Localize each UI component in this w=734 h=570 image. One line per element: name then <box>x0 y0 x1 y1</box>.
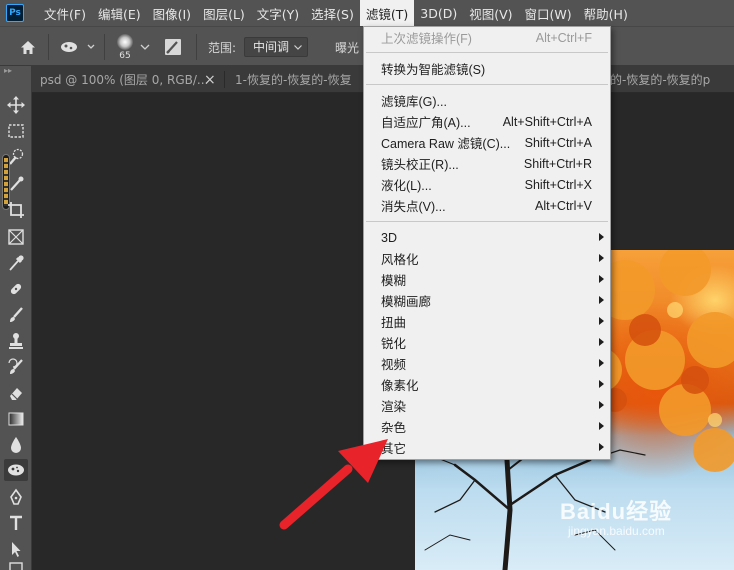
menu-select[interactable]: 选择(S) <box>305 0 360 26</box>
watermark-url: jingyan.baidu.com <box>568 524 665 538</box>
submenu-arrow-icon <box>599 380 604 388</box>
menu-item-blur[interactable]: 模糊 <box>364 269 610 290</box>
document-tab[interactable]: 1-恢复的-恢复的-恢复 <box>235 66 363 93</box>
brush-tool-icon[interactable] <box>4 304 28 326</box>
menu-item-lens-correction[interactable]: 镜头校正(R)... Shift+Ctrl+R <box>364 153 610 174</box>
menu-item-3d[interactable]: 3D <box>364 227 610 248</box>
menu-item-other[interactable]: 其它 <box>364 437 610 458</box>
menu-item-blur-gallery[interactable]: 模糊画廊 <box>364 290 610 311</box>
range-dropdown[interactable]: 中间调 <box>244 37 309 57</box>
menu-item-convert-smart-filter[interactable]: 转换为智能滤镜(S) <box>364 58 610 79</box>
sponge-tool-preset-icon[interactable] <box>58 37 98 57</box>
marquee-tool-icon[interactable] <box>4 120 28 142</box>
history-brush-tool-icon[interactable] <box>4 356 28 378</box>
submenu-arrow-icon <box>599 422 604 430</box>
menu-separator <box>366 221 608 222</box>
submenu-arrow-icon <box>599 443 604 451</box>
menu-item-liquify[interactable]: 液化(L)... Shift+Ctrl+X <box>364 174 610 195</box>
menu-window[interactable]: 窗口(W) <box>519 0 578 26</box>
menu-layer[interactable]: 图层(L) <box>197 0 251 26</box>
exposure-label: 曝光 <box>335 40 360 55</box>
menu-item-camera-raw[interactable]: Camera Raw 滤镜(C)... Shift+Ctrl+A <box>364 132 610 153</box>
menu-file[interactable]: 文件(F) <box>38 0 92 26</box>
panel-collapse-icon[interactable]: ▸▸ <box>4 67 28 75</box>
photoshop-logo-icon[interactable]: Ps <box>6 4 24 22</box>
tab-title: 的-恢复的-恢复的p <box>610 73 711 87</box>
eyedropper-selection-icon[interactable] <box>4 173 28 195</box>
eyedropper-tool-icon[interactable] <box>4 252 28 274</box>
submenu-arrow-icon <box>599 338 604 346</box>
red-pointer-arrow-icon <box>279 439 388 530</box>
menu-image[interactable]: 图像(I) <box>147 0 197 26</box>
document-tab[interactable]: 的-恢复的-恢复的p <box>610 66 734 93</box>
menu-help[interactable]: 帮助(H) <box>578 0 634 26</box>
chevron-down-icon <box>294 45 302 50</box>
blur-tool-icon[interactable] <box>4 434 28 456</box>
sponge-tool-icon[interactable] <box>4 459 28 481</box>
menu-separator <box>366 84 608 85</box>
document-tab[interactable]: psd @ 100% (图层 0, RGB/... <box>40 66 220 93</box>
tools-panel: ▸▸ <box>0 66 32 570</box>
brush-panel-toggle-icon[interactable] <box>162 36 184 58</box>
baidu-watermark: Baidu经验 jingyan.baidu.com <box>560 499 673 539</box>
submenu-arrow-icon <box>599 401 604 409</box>
menu-item-noise[interactable]: 杂色 <box>364 416 610 437</box>
brush-tip-icon <box>117 33 133 50</box>
brush-size-picker[interactable]: 65 <box>112 31 138 63</box>
menu-item-video[interactable]: 视频 <box>364 353 610 374</box>
path-selection-tool-icon[interactable] <box>4 538 28 560</box>
crop-tool-icon[interactable] <box>4 199 28 221</box>
menu-edit[interactable]: 编辑(E) <box>92 0 147 26</box>
brush-size-value: 65 <box>119 50 131 61</box>
watermark-brand: Baidu经验 <box>560 499 673 524</box>
menu-item-pixelate[interactable]: 像素化 <box>364 374 610 395</box>
close-icon[interactable]: × <box>204 66 220 93</box>
tab-title: psd @ 100% (图层 0, RGB/... <box>40 73 209 87</box>
filter-menu-dropdown: 上次滤镜操作(F) Alt+Ctrl+F 转换为智能滤镜(S) 滤镜库(G)...… <box>363 26 611 460</box>
submenu-arrow-icon <box>599 275 604 283</box>
menu-item-filter-gallery[interactable]: 滤镜库(G)... <box>364 90 610 111</box>
submenu-arrow-icon <box>599 317 604 325</box>
menu-item-sharpen[interactable]: 锐化 <box>364 332 610 353</box>
menu-view[interactable]: 视图(V) <box>463 0 518 26</box>
menu-bar: Ps 文件(F) 编辑(E) 图像(I) 图层(L) 文字(Y) 选择(S) 滤… <box>0 0 734 26</box>
home-icon[interactable] <box>14 37 42 57</box>
menu-item-last-filter[interactable]: 上次滤镜操作(F) Alt+Ctrl+F <box>364 27 610 48</box>
range-label: 范围: <box>208 40 237 55</box>
rectangle-tool-icon[interactable] <box>4 562 28 570</box>
submenu-arrow-icon <box>599 254 604 262</box>
menu-item-distort[interactable]: 扭曲 <box>364 311 610 332</box>
menu-item-render[interactable]: 渲染 <box>364 395 610 416</box>
range-value: 中间调 <box>253 40 290 54</box>
move-tool-icon[interactable] <box>4 94 28 116</box>
frame-tool-icon[interactable] <box>4 226 28 248</box>
pen-tool-icon[interactable] <box>4 486 28 508</box>
menu-separator <box>366 52 608 53</box>
submenu-arrow-icon <box>599 296 604 304</box>
menu-item-vanishing-point[interactable]: 消失点(V)... Alt+Ctrl+V <box>364 195 610 216</box>
submenu-arrow-icon <box>599 233 604 241</box>
menu-filter[interactable]: 滤镜(T) <box>359 0 415 26</box>
menu-item-stylize[interactable]: 风格化 <box>364 248 610 269</box>
eraser-tool-icon[interactable] <box>4 382 28 404</box>
type-tool-icon[interactable] <box>4 512 28 534</box>
gradient-tool-icon[interactable] <box>4 408 28 430</box>
menu-3d[interactable]: 3D(D) <box>414 0 463 26</box>
healing-brush-tool-icon[interactable] <box>4 278 28 300</box>
menu-item-adaptive-wide-angle[interactable]: 自适应广角(A)... Alt+Shift+Ctrl+A <box>364 111 610 132</box>
menu-type[interactable]: 文字(Y) <box>251 0 305 26</box>
submenu-arrow-icon <box>599 359 604 367</box>
chevron-down-icon[interactable] <box>138 39 152 55</box>
clone-stamp-tool-icon[interactable] <box>4 330 28 352</box>
tab-title: 1-恢复的-恢复的-恢复 <box>235 73 352 87</box>
